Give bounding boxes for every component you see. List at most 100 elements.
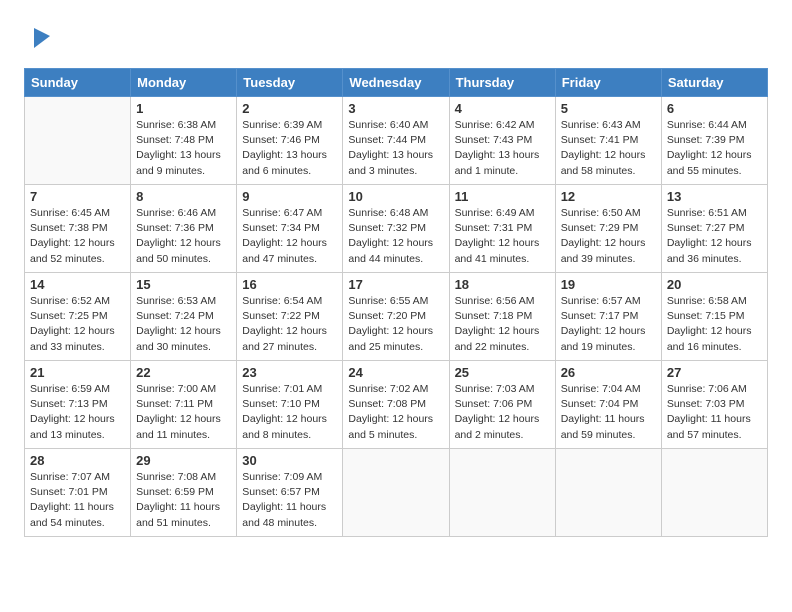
calendar-week-row: 28 Sunrise: 7:07 AM Sunset: 7:01 PM Dayli… (25, 449, 768, 537)
day-info: Sunrise: 6:48 AM Sunset: 7:32 PM Dayligh… (348, 206, 443, 267)
day-info: Sunrise: 6:52 AM Sunset: 7:25 PM Dayligh… (30, 294, 125, 355)
day-number: 13 (667, 189, 762, 204)
day-info: Sunrise: 6:45 AM Sunset: 7:38 PM Dayligh… (30, 206, 125, 267)
day-header-saturday: Saturday (661, 69, 767, 97)
calendar-cell: 29Sunrise: 7:08 AM Sunset: 6:59 PM Dayli… (131, 449, 237, 537)
day-info: Sunrise: 7:06 AM Sunset: 7:03 PM Dayligh… (667, 382, 762, 443)
day-info: Sunrise: 6:58 AM Sunset: 7:15 PM Dayligh… (667, 294, 762, 355)
calendar-cell: 17Sunrise: 6:55 AM Sunset: 7:20 PM Dayli… (343, 273, 449, 361)
day-info: Sunrise: 7:07 AM Sunset: 7:01 PM Dayligh… (30, 470, 125, 531)
calendar-cell: 13 Sunrise: 6:51 AM Sunset: 7:27 PM Dayli… (661, 185, 767, 273)
calendar-cell: 14 Sunrise: 6:52 AM Sunset: 7:25 PM Dayli… (25, 273, 131, 361)
calendar-cell: 12Sunrise: 6:50 AM Sunset: 7:29 PM Dayli… (555, 185, 661, 273)
calendar-cell: 20 Sunrise: 6:58 AM Sunset: 7:15 PM Dayli… (661, 273, 767, 361)
day-info: Sunrise: 7:09 AM Sunset: 6:57 PM Dayligh… (242, 470, 337, 531)
day-number: 26 (561, 365, 656, 380)
day-info: Sunrise: 6:43 AM Sunset: 7:41 PM Dayligh… (561, 118, 656, 179)
calendar-week-row: 1 Sunrise: 6:38 AM Sunset: 7:48 PM Daylig… (25, 97, 768, 185)
day-number: 30 (242, 453, 337, 468)
day-header-friday: Friday (555, 69, 661, 97)
day-number: 23 (242, 365, 337, 380)
calendar-cell (555, 449, 661, 537)
day-number: 20 (667, 277, 762, 292)
day-number: 14 (30, 277, 125, 292)
day-info: Sunrise: 6:46 AM Sunset: 7:36 PM Dayligh… (136, 206, 231, 267)
day-number: 1 (136, 101, 231, 116)
day-info: Sunrise: 7:03 AM Sunset: 7:06 PM Dayligh… (455, 382, 550, 443)
calendar-cell: 7Sunrise: 6:45 AM Sunset: 7:38 PM Daylig… (25, 185, 131, 273)
day-info: Sunrise: 7:00 AM Sunset: 7:11 PM Dayligh… (136, 382, 231, 443)
calendar-header-row: SundayMondayTuesdayWednesdayThursdayFrid… (25, 69, 768, 97)
day-number: 27 (667, 365, 762, 380)
calendar-week-row: 21Sunrise: 6:59 AM Sunset: 7:13 PM Dayli… (25, 361, 768, 449)
day-info: Sunrise: 6:51 AM Sunset: 7:27 PM Dayligh… (667, 206, 762, 267)
calendar-cell: 16 Sunrise: 6:54 AM Sunset: 7:22 PM Dayli… (237, 273, 343, 361)
day-number: 5 (561, 101, 656, 116)
day-info: Sunrise: 6:40 AM Sunset: 7:44 PM Dayligh… (348, 118, 443, 179)
day-info: Sunrise: 6:53 AM Sunset: 7:24 PM Dayligh… (136, 294, 231, 355)
calendar-cell: 24 Sunrise: 7:02 AM Sunset: 7:08 PM Dayli… (343, 361, 449, 449)
day-number: 9 (242, 189, 337, 204)
calendar-cell (343, 449, 449, 537)
day-number: 28 (30, 453, 125, 468)
day-number: 25 (455, 365, 550, 380)
calendar-cell: 21Sunrise: 6:59 AM Sunset: 7:13 PM Dayli… (25, 361, 131, 449)
calendar-cell: 6 Sunrise: 6:44 AM Sunset: 7:39 PM Daylig… (661, 97, 767, 185)
day-number: 2 (242, 101, 337, 116)
calendar-cell: 11 Sunrise: 6:49 AM Sunset: 7:31 PM Dayli… (449, 185, 555, 273)
day-number: 6 (667, 101, 762, 116)
day-info: Sunrise: 7:08 AM Sunset: 6:59 PM Dayligh… (136, 470, 231, 531)
day-info: Sunrise: 6:57 AM Sunset: 7:17 PM Dayligh… (561, 294, 656, 355)
day-number: 22 (136, 365, 231, 380)
calendar-cell (25, 97, 131, 185)
day-number: 8 (136, 189, 231, 204)
calendar-cell: 5 Sunrise: 6:43 AM Sunset: 7:41 PM Daylig… (555, 97, 661, 185)
day-header-thursday: Thursday (449, 69, 555, 97)
day-info: Sunrise: 6:50 AM Sunset: 7:29 PM Dayligh… (561, 206, 656, 267)
day-info: Sunrise: 6:54 AM Sunset: 7:22 PM Dayligh… (242, 294, 337, 355)
day-info: Sunrise: 6:38 AM Sunset: 7:48 PM Dayligh… (136, 118, 231, 179)
day-number: 15 (136, 277, 231, 292)
day-number: 3 (348, 101, 443, 116)
day-info: Sunrise: 6:49 AM Sunset: 7:31 PM Dayligh… (455, 206, 550, 267)
calendar-table: SundayMondayTuesdayWednesdayThursdayFrid… (24, 68, 768, 537)
calendar-cell: 30 Sunrise: 7:09 AM Sunset: 6:57 PM Dayli… (237, 449, 343, 537)
day-number: 18 (455, 277, 550, 292)
day-header-tuesday: Tuesday (237, 69, 343, 97)
calendar-cell: 2 Sunrise: 6:39 AM Sunset: 7:46 PM Daylig… (237, 97, 343, 185)
day-info: Sunrise: 6:39 AM Sunset: 7:46 PM Dayligh… (242, 118, 337, 179)
logo-icon (26, 20, 58, 52)
day-info: Sunrise: 7:02 AM Sunset: 7:08 PM Dayligh… (348, 382, 443, 443)
day-number: 10 (348, 189, 443, 204)
page-header (24, 20, 768, 52)
calendar-cell: 22 Sunrise: 7:00 AM Sunset: 7:11 PM Dayli… (131, 361, 237, 449)
day-info: Sunrise: 6:42 AM Sunset: 7:43 PM Dayligh… (455, 118, 550, 179)
calendar-week-row: 14 Sunrise: 6:52 AM Sunset: 7:25 PM Dayli… (25, 273, 768, 361)
day-number: 24 (348, 365, 443, 380)
day-info: Sunrise: 6:47 AM Sunset: 7:34 PM Dayligh… (242, 206, 337, 267)
day-number: 4 (455, 101, 550, 116)
calendar-cell: 18Sunrise: 6:56 AM Sunset: 7:18 PM Dayli… (449, 273, 555, 361)
day-number: 19 (561, 277, 656, 292)
day-info: Sunrise: 6:44 AM Sunset: 7:39 PM Dayligh… (667, 118, 762, 179)
calendar-cell: 9 Sunrise: 6:47 AM Sunset: 7:34 PM Daylig… (237, 185, 343, 273)
day-header-wednesday: Wednesday (343, 69, 449, 97)
day-header-sunday: Sunday (25, 69, 131, 97)
calendar-cell: 19 Sunrise: 6:57 AM Sunset: 7:17 PM Dayli… (555, 273, 661, 361)
calendar-cell: 28 Sunrise: 7:07 AM Sunset: 7:01 PM Dayli… (25, 449, 131, 537)
calendar-cell: 8 Sunrise: 6:46 AM Sunset: 7:36 PM Daylig… (131, 185, 237, 273)
day-number: 21 (30, 365, 125, 380)
calendar-cell: 10 Sunrise: 6:48 AM Sunset: 7:32 PM Dayli… (343, 185, 449, 273)
day-number: 16 (242, 277, 337, 292)
day-info: Sunrise: 7:04 AM Sunset: 7:04 PM Dayligh… (561, 382, 656, 443)
calendar-cell: 26 Sunrise: 7:04 AM Sunset: 7:04 PM Dayli… (555, 361, 661, 449)
day-number: 11 (455, 189, 550, 204)
calendar-cell: 27 Sunrise: 7:06 AM Sunset: 7:03 PM Dayli… (661, 361, 767, 449)
calendar-cell: 3 Sunrise: 6:40 AM Sunset: 7:44 PM Daylig… (343, 97, 449, 185)
day-info: Sunrise: 7:01 AM Sunset: 7:10 PM Dayligh… (242, 382, 337, 443)
calendar-cell: 15 Sunrise: 6:53 AM Sunset: 7:24 PM Dayli… (131, 273, 237, 361)
calendar-week-row: 7Sunrise: 6:45 AM Sunset: 7:38 PM Daylig… (25, 185, 768, 273)
calendar-cell: 25 Sunrise: 7:03 AM Sunset: 7:06 PM Dayli… (449, 361, 555, 449)
day-info: Sunrise: 6:55 AM Sunset: 7:20 PM Dayligh… (348, 294, 443, 355)
day-header-monday: Monday (131, 69, 237, 97)
